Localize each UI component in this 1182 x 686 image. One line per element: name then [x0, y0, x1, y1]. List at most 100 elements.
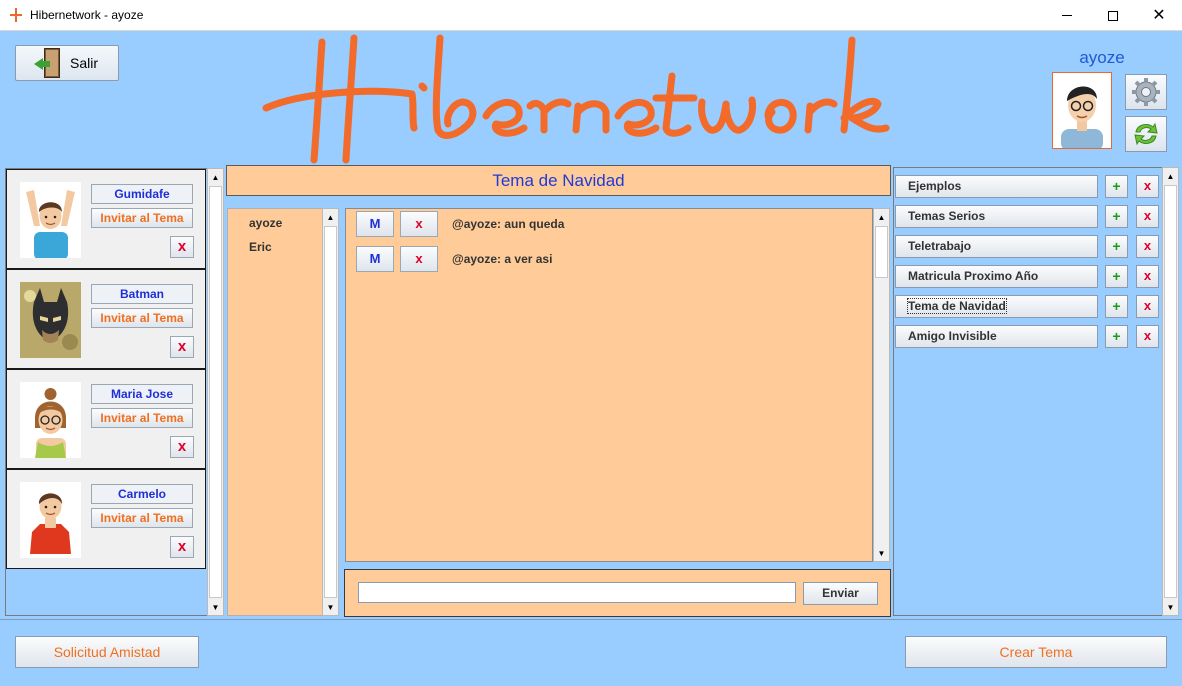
topic-item: Tema de Navidad + x: [895, 295, 1161, 319]
delete-friend-button[interactable]: x: [170, 236, 194, 258]
friend-card: Maria Jose Invitar al Tema x: [6, 369, 206, 469]
gear-icon: [1132, 78, 1160, 106]
friend-card: Batman Invitar al Tema x: [6, 269, 206, 369]
maximize-icon: [1108, 10, 1118, 21]
scroll-thumb[interactable]: [875, 226, 888, 278]
refresh-button[interactable]: [1125, 116, 1167, 152]
scroll-up-icon[interactable]: ▲: [874, 209, 889, 225]
create-topic-button[interactable]: Crear Tema: [905, 636, 1167, 668]
scroll-up-icon[interactable]: ▲: [1163, 168, 1178, 184]
window-titlebar: Hibernetwork - ayoze ✕: [0, 0, 1182, 31]
topic-item: Teletrabajo + x: [895, 235, 1161, 259]
current-user-name: ayoze: [1079, 48, 1125, 67]
messages-list: M x @ayoze: aun queda M x @ayoze: a ver …: [345, 208, 873, 562]
message-m-button[interactable]: M: [356, 246, 394, 272]
scroll-up-icon[interactable]: ▲: [208, 169, 223, 185]
user-avatar-image: [1061, 86, 1103, 148]
friend-name: Gumidafe: [91, 184, 193, 204]
topic-item: Matricula Proximo Año + x: [895, 265, 1161, 289]
topics-list: Ejemplos + x Temas Serios + x Teletrabaj…: [893, 167, 1163, 616]
message-row: M x @ayoze: a ver asi: [356, 246, 866, 272]
message-compose: Enviar: [344, 569, 891, 617]
message-text: @ayoze: a ver asi: [452, 252, 553, 266]
logo-wordmark: [262, 34, 890, 164]
door-exit-icon: [34, 48, 70, 78]
topic-name-button[interactable]: Matricula Proximo Año: [895, 265, 1098, 288]
friend-avatar: [20, 482, 81, 558]
invite-to-topic-button[interactable]: Invitar al Tema: [91, 208, 193, 228]
scroll-thumb[interactable]: [324, 226, 337, 598]
scroll-up-icon[interactable]: ▲: [323, 209, 338, 225]
topic-name-button[interactable]: Teletrabajo: [895, 235, 1098, 258]
minimize-button[interactable]: [1044, 0, 1090, 31]
friend-request-button[interactable]: Solicitud Amistad: [15, 636, 199, 668]
topic-delete-button[interactable]: x: [1136, 235, 1159, 258]
topic-add-button[interactable]: +: [1105, 295, 1128, 318]
friend-name: Carmelo: [91, 484, 193, 504]
topic-add-button[interactable]: +: [1105, 205, 1128, 228]
topic-delete-button[interactable]: x: [1136, 205, 1159, 228]
friend-avatar: [20, 282, 81, 358]
topic-members-list: ayoze Eric: [227, 208, 323, 616]
friends-list: Gumidafe Invitar al Tema x Batman Invita…: [5, 168, 207, 616]
topic-item: Temas Serios + x: [895, 205, 1161, 229]
topic-delete-button[interactable]: x: [1136, 295, 1159, 318]
message-delete-button[interactable]: x: [400, 211, 438, 237]
current-user-avatar[interactable]: [1052, 72, 1112, 149]
topic-name-button[interactable]: Tema de Navidad: [895, 295, 1098, 318]
topic-title: Tema de Navidad: [226, 165, 891, 196]
header: Salir ayoze: [0, 32, 1182, 164]
messages-scrollbar[interactable]: ▲ ▼: [873, 208, 890, 562]
message-text: @ayoze: aun queda: [452, 217, 565, 231]
topic-name-button[interactable]: Amigo Invisible: [895, 325, 1098, 348]
bottom-bar: Solicitud Amistad Crear Tema: [0, 619, 1182, 686]
message-m-button[interactable]: M: [356, 211, 394, 237]
topic-item: Ejemplos + x: [895, 175, 1161, 199]
topic-name-button[interactable]: Temas Serios: [895, 205, 1098, 228]
friend-avatar: [20, 382, 81, 458]
scroll-thumb[interactable]: [1164, 185, 1177, 598]
settings-button[interactable]: [1125, 74, 1167, 110]
delete-friend-button[interactable]: x: [170, 436, 194, 458]
topic-add-button[interactable]: +: [1105, 265, 1128, 288]
close-button[interactable]: ✕: [1136, 0, 1182, 31]
friend-card: Carmelo Invitar al Tema x: [6, 469, 206, 569]
scroll-down-icon[interactable]: ▼: [208, 599, 223, 615]
send-button[interactable]: Enviar: [803, 582, 878, 605]
topic-name-button[interactable]: Ejemplos: [895, 175, 1098, 198]
topic-delete-button[interactable]: x: [1136, 265, 1159, 288]
topic-delete-button[interactable]: x: [1136, 325, 1159, 348]
members-scrollbar[interactable]: ▲ ▼: [322, 208, 339, 616]
member-item[interactable]: ayoze: [249, 216, 282, 230]
exit-button[interactable]: Salir: [15, 45, 119, 81]
app-icon: [10, 8, 22, 22]
topic-item: Amigo Invisible + x: [895, 325, 1161, 349]
topic-add-button[interactable]: +: [1105, 325, 1128, 348]
delete-friend-button[interactable]: x: [170, 536, 194, 558]
invite-to-topic-button[interactable]: Invitar al Tema: [91, 508, 193, 528]
member-item[interactable]: Eric: [249, 240, 272, 254]
maximize-button[interactable]: [1090, 0, 1136, 31]
scroll-down-icon[interactable]: ▼: [323, 599, 338, 615]
topic-add-button[interactable]: +: [1105, 235, 1128, 258]
message-row: M x @ayoze: aun queda: [356, 211, 866, 237]
exit-button-label: Salir: [70, 55, 99, 71]
topics-scrollbar[interactable]: ▲ ▼: [1162, 167, 1179, 616]
window-title: Hibernetwork - ayoze: [30, 8, 144, 22]
topic-add-button[interactable]: +: [1105, 175, 1128, 198]
friends-scrollbar[interactable]: ▲ ▼: [207, 168, 224, 616]
friend-card: Gumidafe Invitar al Tema x: [6, 169, 206, 269]
scroll-thumb[interactable]: [209, 186, 222, 598]
refresh-icon: [1134, 122, 1158, 146]
minimize-icon: [1062, 15, 1072, 16]
app-logo: [262, 32, 912, 164]
message-input[interactable]: [358, 582, 796, 603]
message-delete-button[interactable]: x: [400, 246, 438, 272]
topic-delete-button[interactable]: x: [1136, 175, 1159, 198]
scroll-down-icon[interactable]: ▼: [874, 545, 889, 561]
invite-to-topic-button[interactable]: Invitar al Tema: [91, 408, 193, 428]
invite-to-topic-button[interactable]: Invitar al Tema: [91, 308, 193, 328]
close-icon: ✕: [1152, 6, 1166, 24]
delete-friend-button[interactable]: x: [170, 336, 194, 358]
scroll-down-icon[interactable]: ▼: [1163, 599, 1178, 615]
